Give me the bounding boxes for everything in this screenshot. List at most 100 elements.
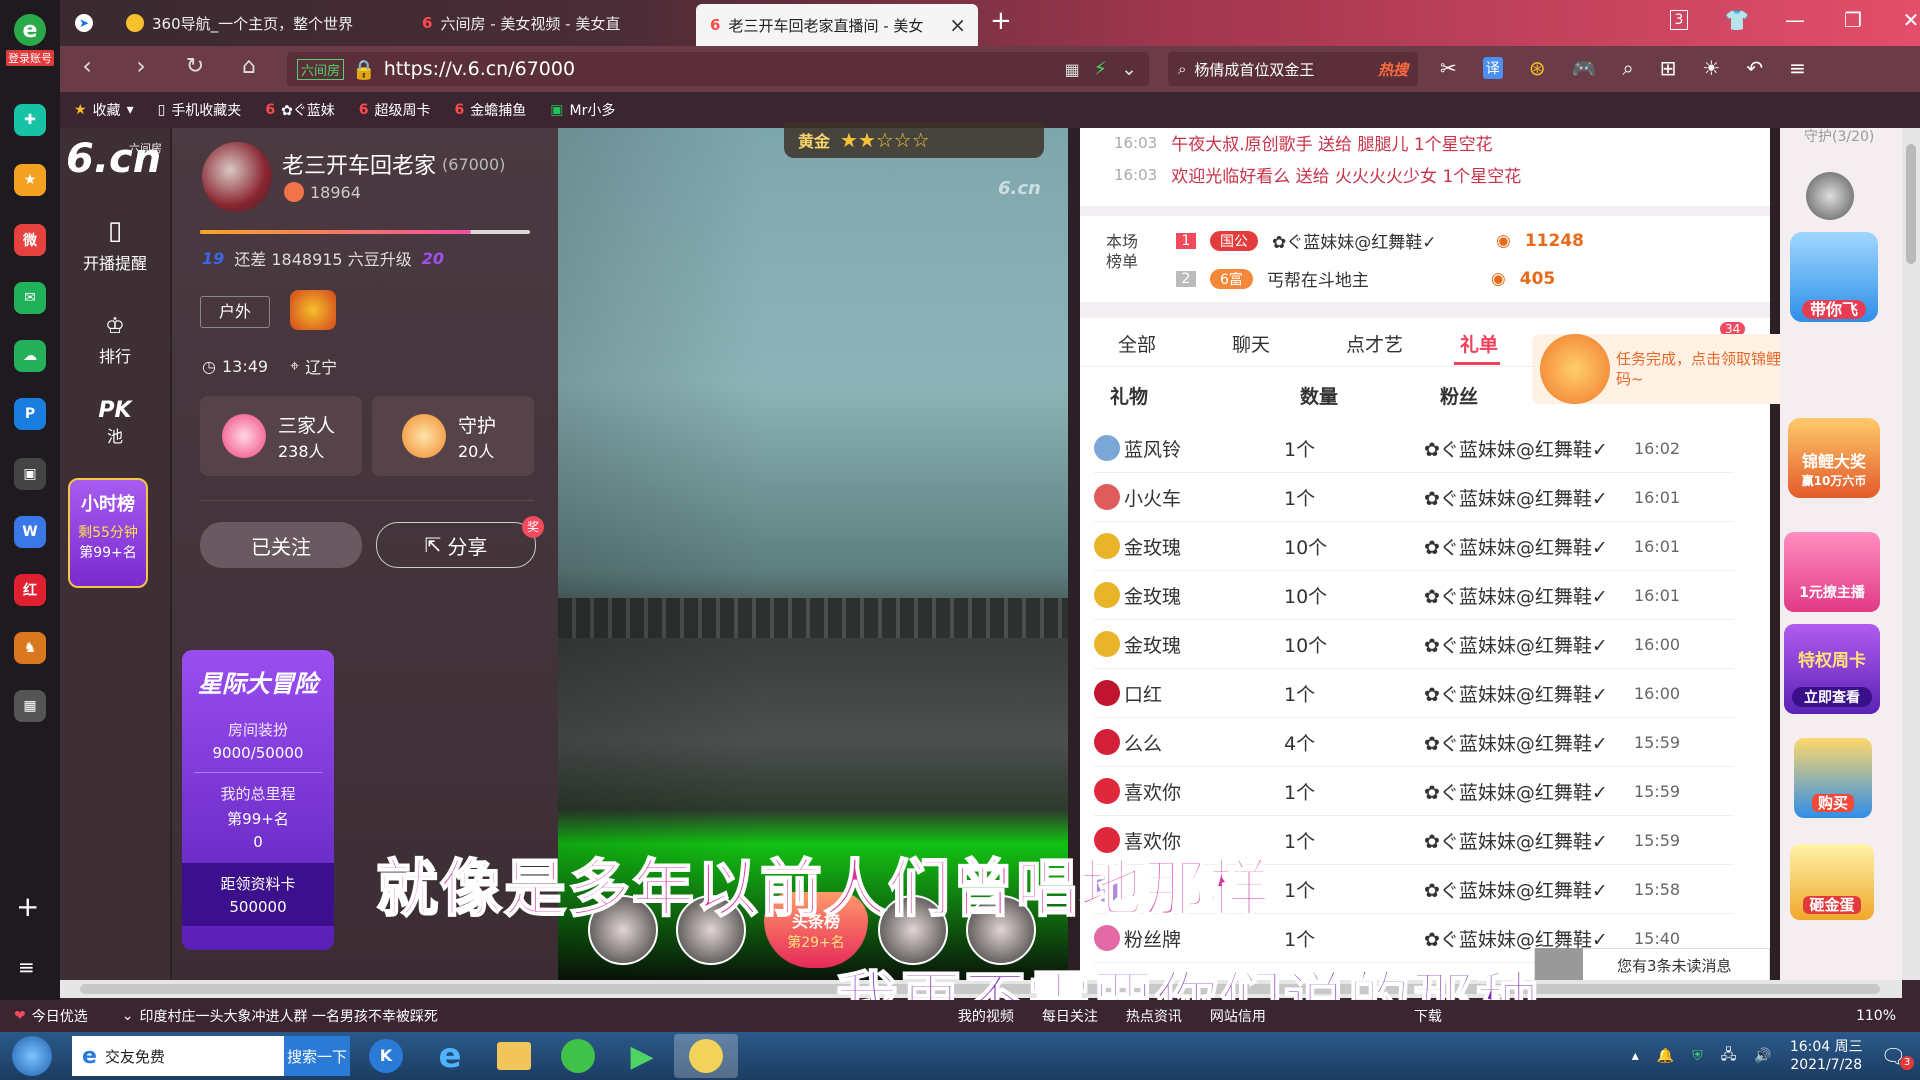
p-app-icon[interactable]: P bbox=[14, 398, 46, 430]
search-box[interactable]: ⌕ 杨倩成首位双金王 热搜 bbox=[1168, 52, 1418, 86]
bookmark-fishing[interactable]: 6 金蟾捕鱼 bbox=[455, 100, 527, 120]
send-icon[interactable]: ➤ bbox=[64, 14, 104, 32]
address-bar[interactable]: 六间房 🔒 https://v.6.cn/67000 ▦ ⚡ ⌄ bbox=[287, 52, 1149, 86]
follow-button[interactable]: 已关注 bbox=[200, 522, 362, 568]
skin-icon[interactable]: 👕 bbox=[1712, 8, 1762, 32]
gift-row[interactable]: 口红 1个 ✿ぐ蓝妹妹@红舞鞋✓ 16:00 bbox=[1094, 669, 1734, 718]
gamepad-icon[interactable]: 🎮 bbox=[1572, 56, 1597, 80]
taskbar-ie[interactable]: e bbox=[418, 1034, 482, 1078]
news-ticker[interactable]: 印度村庄一头大象冲进人群 一名男孩不幸被踩死 bbox=[139, 1006, 437, 1026]
refresh-icon[interactable]: ↻ bbox=[170, 54, 220, 79]
city-icon[interactable]: ▦ bbox=[14, 690, 46, 722]
menu-list-icon[interactable]: ≡ bbox=[18, 955, 35, 979]
url-text[interactable]: https://v.6.cn/67000 bbox=[384, 58, 575, 80]
cloud-icon[interactable]: ☁ bbox=[14, 340, 46, 372]
restore-icon[interactable]: ❐ bbox=[1828, 8, 1878, 32]
family-card[interactable]: 三家人 238人 bbox=[200, 396, 362, 476]
site-credit-link[interactable]: 网站信用 bbox=[1210, 1006, 1266, 1026]
hot-news-link[interactable]: 热点资讯 bbox=[1126, 1006, 1182, 1026]
browser-logo[interactable]: e 登录账号 bbox=[6, 14, 54, 66]
hour-rank-widget[interactable]: 小时榜 剩55分钟 第99+名 bbox=[68, 478, 148, 588]
login-account-label[interactable]: 登录账号 bbox=[6, 50, 54, 66]
tab-chat[interactable]: 聊天 bbox=[1232, 330, 1346, 357]
gift-row[interactable]: 金玫瑰 10个 ✿ぐ蓝妹妹@红舞鞋✓ 16:01 bbox=[1094, 571, 1734, 620]
guard-card[interactable]: 守护 20人 bbox=[372, 396, 534, 476]
game-icon[interactable]: ▣ bbox=[14, 458, 46, 490]
nav-live-reminder[interactable]: ▯ 开播提醒 bbox=[60, 216, 170, 274]
anchor-avatar[interactable] bbox=[202, 142, 272, 212]
new-tab-icon[interactable]: + bbox=[990, 6, 1012, 36]
close-window-icon[interactable]: ✕ bbox=[1886, 8, 1920, 32]
bookmark-favorites[interactable]: ★ 收藏 ▾ bbox=[74, 100, 134, 120]
search-input[interactable]: 杨倩成首位双金王 bbox=[1194, 59, 1314, 80]
zoom-level[interactable]: 110% bbox=[1856, 1008, 1896, 1024]
adventure-widget[interactable]: 星际大冒险 房间装扮 9000/50000 我的总里程 第99+名 0 距领资料… bbox=[182, 650, 334, 950]
qr-icon[interactable]: ▦ bbox=[1065, 60, 1080, 79]
close-tab-icon[interactable]: × bbox=[949, 13, 966, 37]
plugin-icon[interactable]: ✚ bbox=[14, 104, 46, 136]
notifications-icon[interactable]: 🗨 3 bbox=[1881, 1044, 1914, 1070]
taskbar-360-browser[interactable] bbox=[546, 1034, 610, 1078]
forward-icon[interactable]: › bbox=[116, 52, 166, 80]
cut-icon[interactable]: ✂ bbox=[1440, 56, 1457, 80]
guard-avatar[interactable] bbox=[1806, 172, 1854, 220]
chess-icon[interactable]: ♞ bbox=[14, 632, 46, 664]
leaderboard-entry[interactable]: 1 国公 ✿ぐ蓝妹妹@红舞鞋✓ ◉ 11248 bbox=[1176, 228, 1584, 253]
tab-360nav[interactable]: 360导航_一个主页，整个世界 bbox=[112, 0, 402, 46]
gift-row[interactable]: 蓝风铃 1个 ✿ぐ蓝妹妹@红舞鞋✓ 16:02 bbox=[1094, 424, 1734, 473]
favorites-icon[interactable]: ★ bbox=[14, 164, 46, 196]
mail-icon[interactable]: ✉ bbox=[14, 282, 46, 314]
gift-row[interactable]: 喜欢你 1个 ✿ぐ蓝妹妹@红舞鞋✓ 15:59 bbox=[1094, 767, 1734, 816]
bookmark-mobile[interactable]: ▯ 手机收藏夹 bbox=[158, 100, 242, 120]
download-link[interactable]: 下载 bbox=[1414, 1006, 1442, 1026]
network-icon[interactable]: 🖧 bbox=[1721, 1044, 1737, 1068]
scrollbar-thumb[interactable] bbox=[1906, 144, 1916, 264]
share-button[interactable]: ⇱ 分享 bbox=[376, 522, 536, 568]
shop-icon[interactable]: 红 bbox=[14, 574, 46, 606]
taskbar-search-button[interactable]: 搜索一下 bbox=[284, 1036, 350, 1076]
unread-message-bar[interactable]: 您有3条未读消息 bbox=[1534, 948, 1770, 982]
nav-ranking[interactable]: ♔ 排行 bbox=[60, 314, 170, 367]
taskbar-active-app[interactable] bbox=[674, 1034, 738, 1078]
tab-live-room[interactable]: 6 老三开车回老家直播间 - 美女 × bbox=[696, 4, 978, 46]
site-logo[interactable]: 6.cn 六间房 bbox=[66, 136, 162, 190]
brightness-icon[interactable]: ☀ bbox=[1702, 56, 1720, 80]
start-button[interactable] bbox=[4, 1034, 60, 1078]
taskbar-video-player[interactable]: ▶ bbox=[610, 1034, 674, 1078]
back-icon[interactable]: ‹ bbox=[62, 52, 112, 80]
bookmark-mrxiaoduo[interactable]: ▣ Mr小多 bbox=[550, 100, 615, 120]
chevron-down-icon[interactable]: ⌄ bbox=[1121, 58, 1137, 80]
my-videos-link[interactable]: 我的视频 bbox=[958, 1006, 1014, 1026]
hot-search-badge[interactable]: 热搜 bbox=[1378, 59, 1408, 80]
gift-row[interactable]: 金玫瑰 10个 ✿ぐ蓝妹妹@红舞鞋✓ 16:00 bbox=[1094, 620, 1734, 669]
gift-row[interactable]: 么么 4个 ✿ぐ蓝妹妹@红舞鞋✓ 15:59 bbox=[1094, 718, 1734, 767]
trophy-icon[interactable] bbox=[290, 290, 336, 330]
koi-jackpot-banner[interactable]: 锦鲤大奖 赢10万六币 bbox=[1788, 418, 1880, 498]
speed-icon[interactable]: ⚡ bbox=[1094, 58, 1107, 80]
clock[interactable]: 16:04 周三 2021/7/28 bbox=[1790, 1038, 1863, 1074]
tab-count-icon[interactable]: 3 bbox=[1670, 10, 1688, 30]
translate-icon[interactable]: 译 bbox=[1482, 57, 1503, 79]
buy-banner[interactable]: 购买 bbox=[1794, 738, 1872, 818]
find-icon[interactable]: ⌕ bbox=[1622, 56, 1633, 80]
nav-pk-pool[interactable]: PK 池 bbox=[60, 398, 170, 447]
leaderboard-entry[interactable]: 2 6富 丐帮在斗地主 ◉ 405 bbox=[1176, 266, 1555, 291]
taskbar-app-k[interactable]: K bbox=[354, 1034, 418, 1078]
volume-icon[interactable]: 🔊 bbox=[1754, 1048, 1771, 1064]
bookmark-lanmei[interactable]: 6 ✿ぐ蓝妹 bbox=[265, 100, 334, 120]
tab-talent[interactable]: 点才艺 bbox=[1346, 330, 1460, 357]
gift-row[interactable]: 小火车 1个 ✿ぐ蓝妹妹@红舞鞋✓ 16:01 bbox=[1094, 473, 1734, 522]
today-picks[interactable]: 今日优选 bbox=[32, 1006, 88, 1026]
coin-icon[interactable]: ⊛ bbox=[1529, 56, 1546, 80]
minimize-icon[interactable]: — bbox=[1770, 8, 1820, 32]
weibo-icon[interactable]: 微 bbox=[14, 224, 46, 256]
doc-icon[interactable]: W bbox=[14, 516, 46, 548]
daily-follow-link[interactable]: 每日关注 bbox=[1042, 1006, 1098, 1026]
security-shield-icon[interactable]: ⛨ bbox=[1692, 1048, 1703, 1064]
home-icon[interactable]: ⌂ bbox=[224, 54, 274, 79]
privilege-weekcard-banner[interactable]: 特权周卡 立即查看 bbox=[1784, 624, 1880, 714]
smash-egg-banner[interactable]: 砸金蛋 bbox=[1790, 844, 1874, 920]
tray-expand-icon[interactable]: ▴ bbox=[1632, 1048, 1639, 1064]
taskbar-search-field[interactable]: e 交友免费 bbox=[72, 1036, 284, 1076]
taskbar-folder[interactable] bbox=[482, 1034, 546, 1078]
